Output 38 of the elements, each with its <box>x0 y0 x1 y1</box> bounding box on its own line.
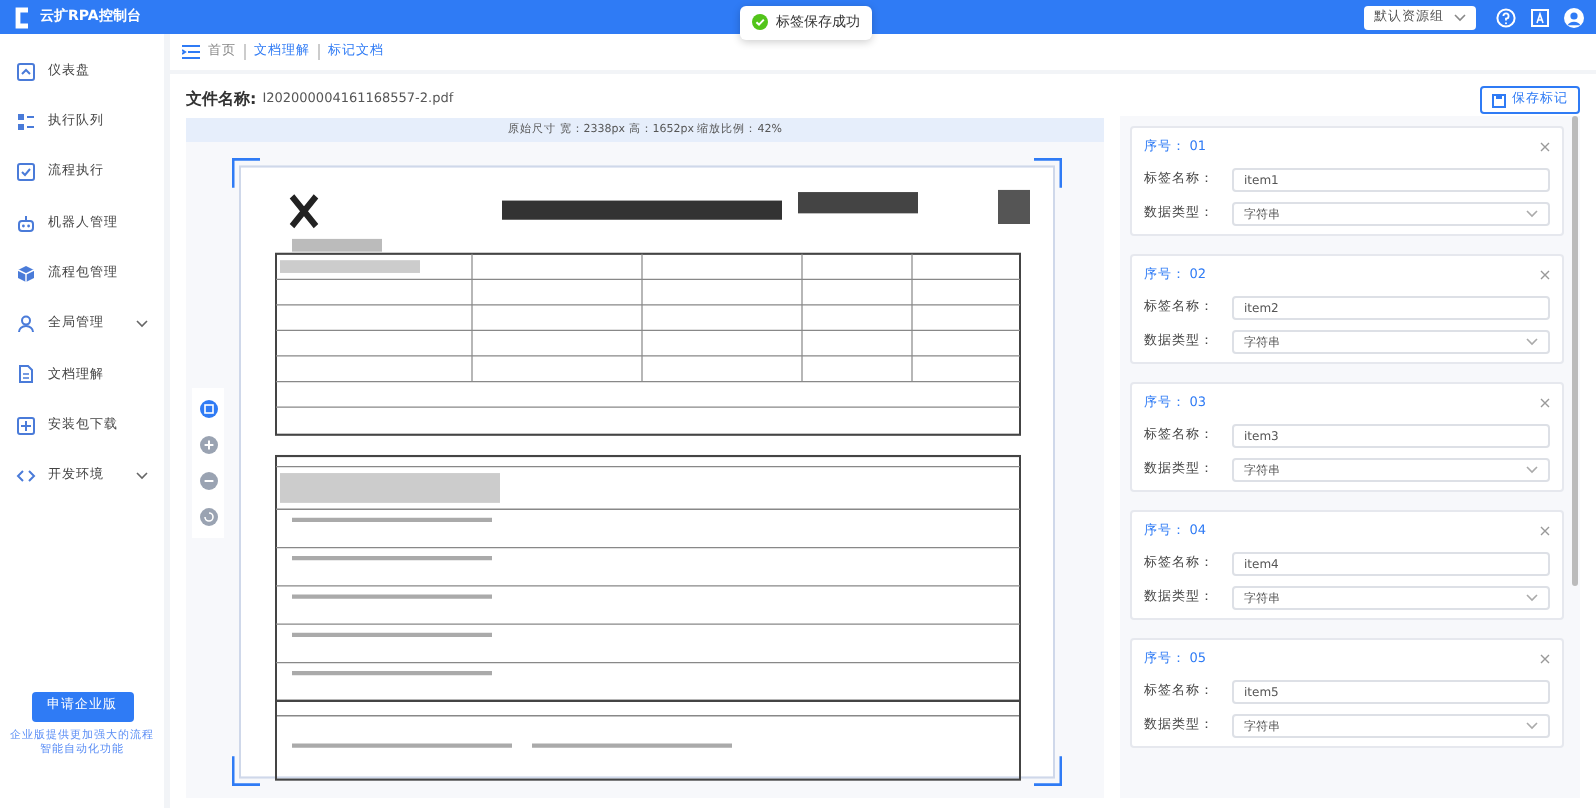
robot-icon <box>16 213 36 234</box>
close-icon <box>1540 142 1550 152</box>
scrollbar[interactable] <box>1572 116 1578 586</box>
caret-icon <box>1454 13 1466 21</box>
rotate-icon[interactable] <box>199 507 217 525</box>
translate-icon[interactable] <box>1530 7 1550 27</box>
help-icon[interactable] <box>1496 7 1516 27</box>
fit-icon[interactable] <box>199 399 217 417</box>
caret-icon <box>1526 210 1538 218</box>
close-button[interactable] <box>1540 270 1550 280</box>
caret-icon <box>1526 338 1538 346</box>
close-button[interactable] <box>1540 526 1550 536</box>
dashboard-icon <box>16 61 36 82</box>
close-icon <box>1540 270 1550 280</box>
close-button[interactable] <box>1540 142 1550 152</box>
save-icon <box>1492 93 1506 107</box>
caret-icon <box>1526 722 1538 730</box>
list-icon <box>16 111 36 132</box>
user-icon <box>16 314 36 335</box>
file-name-label: 文件名称: <box>186 88 257 112</box>
checkbox-icon <box>16 162 36 183</box>
package-icon <box>16 263 36 284</box>
avatar-icon[interactable] <box>1564 7 1584 27</box>
plus-square-icon <box>16 415 36 436</box>
close-button[interactable] <box>1540 398 1550 408</box>
menu-icon[interactable] <box>182 44 200 60</box>
zoom-out-icon[interactable] <box>199 471 217 489</box>
close-icon <box>1540 398 1550 408</box>
zoom-in-icon[interactable] <box>199 435 217 453</box>
logo-icon <box>12 5 32 29</box>
close-icon <box>1540 654 1550 664</box>
caret-icon <box>1526 466 1538 474</box>
close-icon <box>1540 526 1550 536</box>
check-circle-icon <box>752 14 768 31</box>
code-icon <box>16 466 36 487</box>
close-button[interactable] <box>1540 654 1550 664</box>
caret-icon <box>1526 594 1538 602</box>
document-icon <box>16 364 36 385</box>
